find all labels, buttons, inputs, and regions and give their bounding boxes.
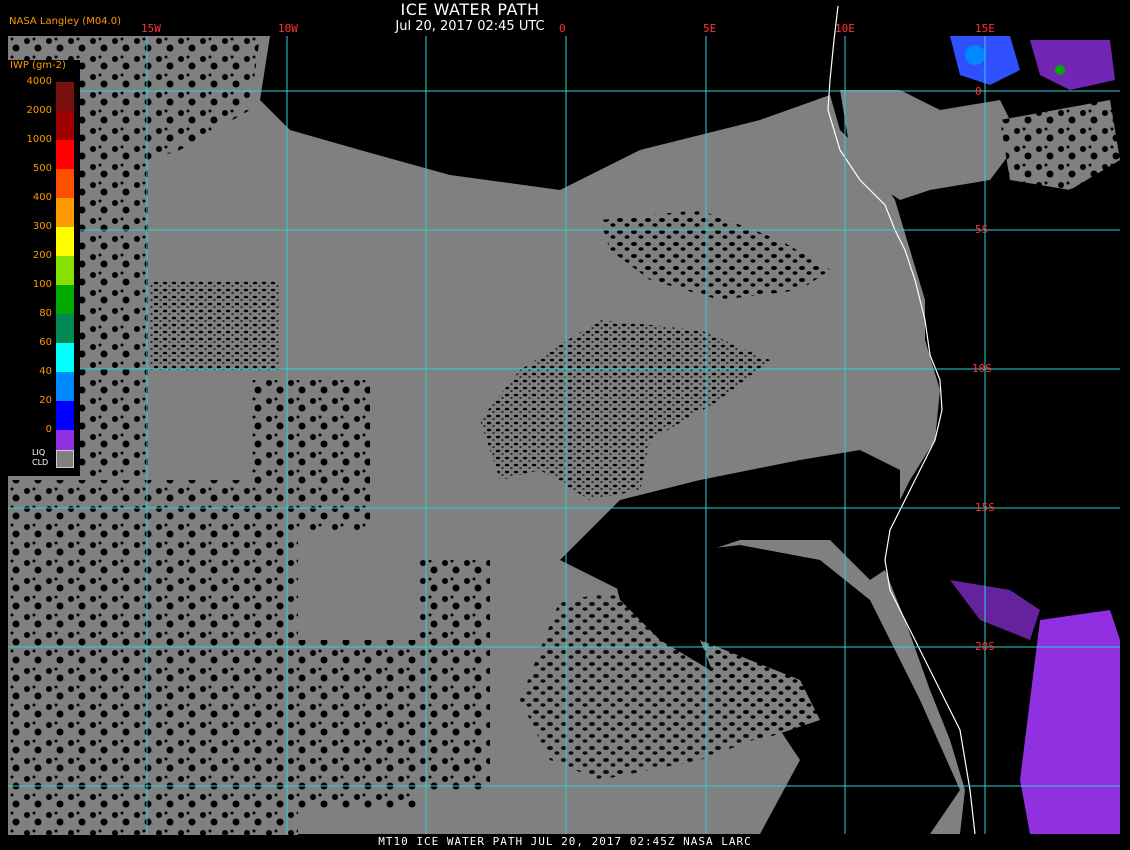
legend-value: 200 [32,250,52,261]
latitude-label: 20S [975,640,995,653]
footer-caption: MT10 ICE WATER PATH JUL 20, 2017 02:45Z … [378,835,752,848]
legend-swatch [56,401,74,430]
legend-swatch [56,256,74,285]
color-legend: IWP (gm-2) 4000 2000 1000 500 400 300 200 100 80… [6,60,80,476]
legend-swatch [56,227,74,256]
longitude-label: 15W [141,22,161,35]
map-title: ICE WATER PATH [400,0,540,19]
latitude-label: 5S [975,223,989,236]
longitude-label: 0 [559,22,566,35]
longitude-label: 15E [975,22,995,35]
broken-cloud-region [150,280,280,370]
legend-value: 1000 [26,134,52,145]
liquid-cloud-label: LIQ CLD [32,448,48,468]
legend-value: 40 [39,366,52,377]
legend-swatch [56,111,74,140]
ice-cloud [1055,65,1065,75]
legend-value: 500 [32,163,52,174]
legend-value: 400 [32,192,52,203]
legend-value: 80 [39,308,52,319]
legend-swatch [56,343,74,372]
legend-value: 2000 [26,105,52,116]
latitude-label: 10S [972,362,992,375]
liquid-label-line2: CLD [32,458,49,467]
legend-swatch [56,198,74,227]
broken-cloud-region [8,480,298,835]
longitude-label: 10E [835,22,855,35]
longitude-label: 5E [703,22,717,35]
latitude-label: 15S [975,501,995,514]
liquid-cloud-swatch [56,450,74,468]
legend-swatch [56,285,74,314]
legend-swatch [56,372,74,401]
legend-value: 4000 [26,76,52,87]
provider-label: NASA Langley (M04.0) [9,16,121,27]
legend-swatch [56,82,74,111]
satellite-map [8,5,1120,835]
legend-value: 20 [39,395,52,406]
legend-value: 100 [32,279,52,290]
broken-cloud-region [420,560,490,790]
longitude-label: 10W [278,22,298,35]
legend-title: IWP (gm-2) [10,60,66,71]
ice-cloud [965,45,985,65]
liquid-label-line1: LIQ [32,448,46,457]
legend-value: 0 [45,424,52,435]
legend-swatch [56,314,74,343]
legend-value: 60 [39,337,52,348]
legend-swatch [56,169,74,198]
legend-value: 300 [32,221,52,232]
broken-cloud-region [290,640,420,810]
latitude-label: 0 [975,85,982,98]
legend-swatch [56,140,74,169]
